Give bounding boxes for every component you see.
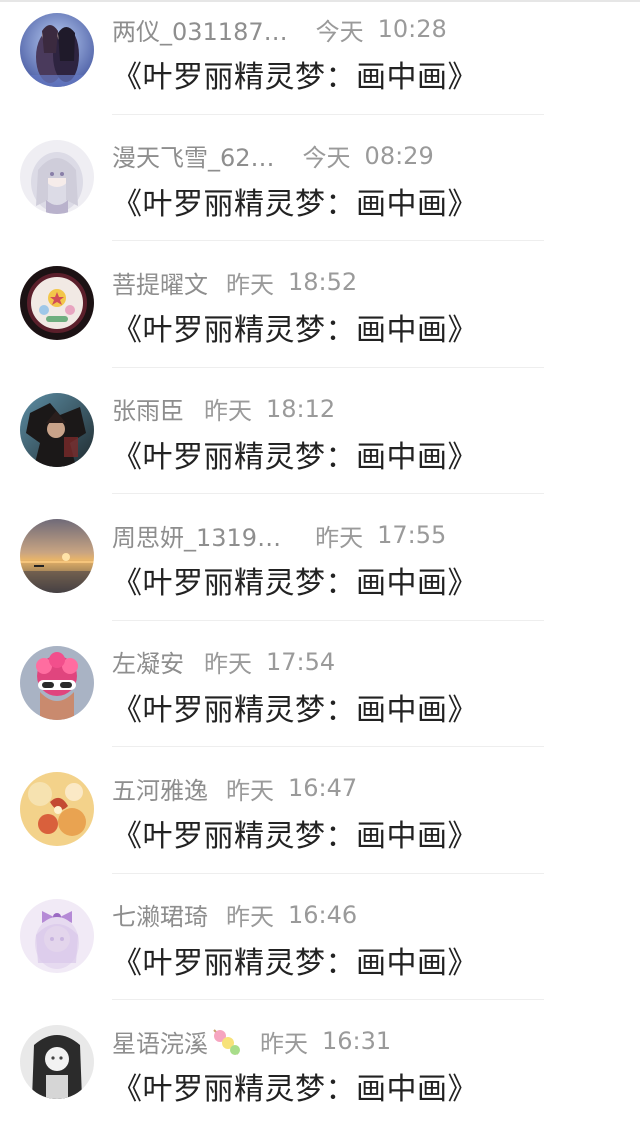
comment-time: 16:31: [322, 1027, 392, 1055]
row-divider: [112, 493, 544, 494]
comment-meta: 张雨臣 昨天 18:12: [112, 392, 335, 426]
comment-text: 《叶罗丽精灵梦：画中画》: [112, 692, 478, 728]
avatar[interactable]: [20, 645, 94, 720]
username[interactable]: 周思妍_1319…: [112, 518, 281, 553]
username[interactable]: 张雨臣: [112, 391, 184, 426]
comment-row[interactable]: 五河雅逸 昨天 16:47 《叶罗丽精灵梦：画中画》: [0, 759, 640, 886]
comment-date: 昨天: [226, 270, 274, 299]
avatar[interactable]: [20, 13, 94, 87]
row-divider: [112, 999, 544, 1000]
avatar[interactable]: [20, 139, 94, 214]
comment-text: 《叶罗丽精灵梦：画中画》: [112, 186, 478, 222]
comment-meta: 周思妍_1319… 昨天 17:55: [112, 518, 446, 552]
comment-date: 昨天: [204, 397, 252, 425]
username[interactable]: 漫天飞雪_62…: [112, 138, 275, 173]
comment-row[interactable]: 菩提曜文 昨天 18:52 《叶罗丽精灵梦：画中画》: [0, 253, 640, 380]
username[interactable]: 五河雅逸: [112, 771, 208, 806]
candy-skewer-icon: [210, 1026, 242, 1056]
comment-meta: 五河雅逸 昨天 16:47: [112, 771, 357, 805]
comment-text: 《叶罗丽精灵梦：画中画》: [112, 313, 478, 348]
round-emblem-avatar-image: [20, 266, 94, 340]
comment-row[interactable]: 七濑珺琦 昨天 16:46 《叶罗丽精灵梦：画中画》: [0, 886, 640, 1013]
avatar[interactable]: [20, 898, 94, 973]
comment-row[interactable]: 星语浣溪 昨天 16:31 《叶罗丽精灵梦：画中画》: [0, 1012, 640, 1139]
comment-time: 17:55: [377, 521, 447, 549]
comment-meta: 左凝安 昨天 17:54: [112, 645, 335, 679]
comment-meta: 两仪_031187… 今天 10:28: [112, 12, 447, 46]
comment-date: 昨天: [226, 776, 274, 805]
row-divider: [112, 872, 544, 874]
comment-date: 昨天: [260, 1029, 308, 1058]
comment-text: 《叶罗丽精灵梦：画中画》: [112, 439, 478, 475]
avatar[interactable]: [20, 1025, 94, 1099]
comment-time: 16:46: [288, 900, 358, 929]
comment-meta: 漫天飞雪_62… 今天 08:29: [112, 139, 434, 173]
comment-date: 昨天: [315, 523, 364, 552]
comment-time: 10:28: [377, 15, 447, 43]
username[interactable]: 星语浣溪: [112, 1024, 208, 1059]
row-divider: [112, 746, 544, 747]
comment-date: 昨天: [226, 903, 274, 931]
comment-meta: 七濑珺琦 昨天 16:46: [112, 898, 357, 932]
comment-time: 18:12: [266, 394, 336, 423]
comment-date: 今天: [315, 17, 364, 46]
username[interactable]: 左凝安: [112, 644, 184, 679]
comment-text: 《叶罗丽精灵梦：画中画》: [112, 1072, 478, 1107]
purple-bow-girl-avatar-image: [20, 898, 94, 973]
username[interactable]: 两仪_031187…: [112, 12, 288, 47]
comment-text: 《叶罗丽精灵梦：画中画》: [112, 945, 478, 981]
comment-row[interactable]: 左凝安 昨天 17:54 《叶罗丽精灵梦：画中画》: [0, 633, 640, 760]
avatar[interactable]: [20, 266, 94, 340]
comment-date: 今天: [302, 144, 351, 172]
comment-text: 《叶罗丽精灵梦：画中画》: [112, 819, 478, 854]
comment-time: 08:29: [364, 141, 434, 170]
comment-time: 16:47: [288, 774, 358, 802]
comment-row[interactable]: 两仪_031187… 今天 10:28 《叶罗丽精灵梦：画中画》: [0, 0, 640, 127]
warm-floral-avatar-image: [20, 772, 94, 846]
comment-row[interactable]: 周思妍_1319… 昨天 17:55 《叶罗丽精灵梦：画中画》: [0, 506, 640, 633]
avatar[interactable]: [20, 392, 94, 467]
username[interactable]: 七濑珺琦: [112, 897, 208, 932]
anime-couple-avatar-image: [20, 13, 94, 87]
white-hair-girl-avatar-image: [20, 139, 94, 214]
pink-hair-sunglasses-avatar-image: [20, 645, 94, 720]
monochrome-girl-avatar-image: [20, 1025, 94, 1099]
row-divider: [112, 113, 544, 115]
avatar[interactable]: [20, 519, 94, 593]
comment-meta: 菩提曜文 昨天 18:52: [112, 265, 357, 299]
comment-date: 昨天: [204, 650, 252, 678]
username[interactable]: 菩提曜文: [112, 265, 208, 300]
avatar[interactable]: [20, 772, 94, 846]
row-divider: [112, 240, 544, 241]
comment-row[interactable]: 漫天飞雪_62… 今天 08:29 《叶罗丽精灵梦：画中画》: [0, 127, 640, 254]
comment-text: 《叶罗丽精灵梦：画中画》: [112, 60, 478, 95]
comment-text: 《叶罗丽精灵梦：画中画》: [112, 566, 478, 601]
dark-character-avatar-image: [20, 392, 94, 467]
comment-time: 17:54: [266, 647, 336, 676]
comment-list: 两仪_031187… 今天 10:28 《叶罗丽精灵梦：画中画》 漫天飞雪_62…: [0, 0, 640, 1139]
sunset-sea-avatar-image: [20, 519, 94, 593]
comment-meta: 星语浣溪 昨天 16:31: [112, 1024, 391, 1058]
row-divider: [112, 619, 544, 621]
comment-row[interactable]: 张雨臣 昨天 18:12 《叶罗丽精灵梦：画中画》: [0, 380, 640, 507]
row-divider: [112, 366, 544, 368]
comment-time: 18:52: [288, 268, 358, 296]
